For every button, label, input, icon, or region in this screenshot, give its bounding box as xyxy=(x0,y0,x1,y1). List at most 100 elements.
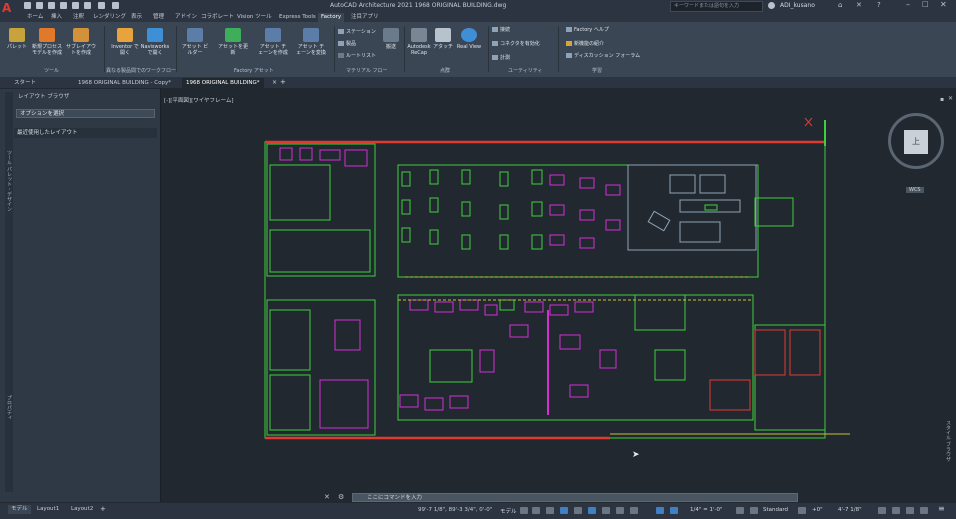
isodraft-icon[interactable] xyxy=(574,507,582,514)
customize-icon[interactable] xyxy=(920,507,928,514)
command-input[interactable]: ここにコマンドを入力 xyxy=(352,493,798,502)
inventor-button[interactable]: Inventor で開く xyxy=(110,28,140,56)
tab-home[interactable]: ホーム xyxy=(24,13,46,22)
selection-cycling-icon[interactable] xyxy=(630,507,638,514)
cart-icon[interactable]: ⌂ xyxy=(838,1,842,9)
equipment xyxy=(279,147,293,161)
new-icon[interactable] xyxy=(24,2,31,9)
transparency-icon[interactable] xyxy=(616,507,624,514)
tab-manage[interactable]: 管理 xyxy=(150,13,167,22)
print-icon-2[interactable] xyxy=(84,2,91,9)
option-select[interactable]: オプションを選択 xyxy=(16,109,155,118)
close-tab-icon[interactable]: × xyxy=(272,79,277,86)
tab-factory[interactable]: Factory xyxy=(318,13,345,22)
viewcube-top-face[interactable]: 上 xyxy=(904,130,928,154)
search-input[interactable]: キーワードまたは語句を入力 xyxy=(670,1,763,12)
new-features-item[interactable]: 新機能の紹介 xyxy=(566,40,604,47)
product-item[interactable]: 製品 xyxy=(338,40,356,47)
tab-start[interactable]: スタート xyxy=(10,78,40,88)
tab-featured[interactable]: 注目アプリ xyxy=(348,13,382,22)
maximize-icon[interactable]: □ xyxy=(922,0,929,8)
elevation-value[interactable]: +0" xyxy=(812,507,823,513)
grid-icon[interactable] xyxy=(520,507,528,514)
navisworks-button[interactable]: Navisworks で開く xyxy=(140,28,170,56)
tab-express[interactable]: Express Tools xyxy=(276,13,319,22)
save-icon[interactable] xyxy=(48,2,55,9)
tab-file-copy[interactable]: 1968 ORIGINAL BUILDING - Copy* xyxy=(74,78,175,88)
exchange-icon[interactable]: ✕ xyxy=(856,1,862,9)
new-tab-icon[interactable]: + xyxy=(280,78,286,86)
station-item[interactable]: ステーション xyxy=(338,28,376,35)
style-browser-label[interactable]: スタイル ブラウザ xyxy=(945,420,952,462)
annotation-visibility-icon[interactable] xyxy=(670,507,678,514)
measure-item[interactable]: 計測 xyxy=(492,54,510,61)
tab-annotate[interactable]: 注釈 xyxy=(70,13,87,22)
viewport-minimize-icon[interactable]: ▪ xyxy=(940,96,944,103)
model-space-toggle[interactable]: モデル xyxy=(500,507,517,515)
minimize-icon[interactable]: – xyxy=(906,0,910,9)
viewport-close-icon[interactable]: ✕ xyxy=(948,95,953,102)
tab-model[interactable]: モデル xyxy=(8,505,31,514)
equipment xyxy=(605,219,621,231)
new-layout-button[interactable]: サブレイアウトを作成 xyxy=(66,28,96,56)
properties-label[interactable]: プロパティ xyxy=(6,395,13,420)
workspace-gear-icon[interactable] xyxy=(736,507,744,514)
panel-material-label: マテリアル フロー xyxy=(346,68,388,74)
annotation-scale-icon[interactable] xyxy=(656,507,664,514)
tab-insert[interactable]: 挿入 xyxy=(48,13,65,22)
cmd-close-icon[interactable]: ✕ xyxy=(324,493,330,501)
user-name[interactable]: ADI_kusano xyxy=(780,2,815,9)
route-item[interactable]: ルートリスト xyxy=(338,52,376,59)
add-layout-icon[interactable]: + xyxy=(100,505,106,513)
user-icon[interactable] xyxy=(768,2,775,9)
annotation-scale[interactable]: 1/4" = 1'-0" xyxy=(690,507,723,513)
add-icon[interactable] xyxy=(750,507,758,514)
floor-plan-drawing[interactable] xyxy=(250,110,850,445)
hardware-acceleration-icon[interactable] xyxy=(892,507,900,514)
save-as-icon[interactable] xyxy=(60,2,67,9)
ortho-icon[interactable] xyxy=(546,507,554,514)
asset-update-button[interactable]: アセットを更新 xyxy=(218,28,248,56)
asset-chain-convert-button[interactable]: アセット チェーンを変換 xyxy=(296,28,326,56)
viewport-controls[interactable]: [-][平面図][ワイヤフレーム] xyxy=(164,96,234,104)
object-snap-icon[interactable] xyxy=(588,507,596,514)
cut-plane-icon[interactable] xyxy=(798,507,806,514)
clean-screen-icon[interactable] xyxy=(906,507,914,514)
units-value[interactable]: 4'-7 1/8" xyxy=(838,507,862,513)
help-icon[interactable]: ? xyxy=(877,1,881,9)
tab-layout1[interactable]: Layout1 xyxy=(34,505,62,514)
recent-layouts-section[interactable]: 最近使用したレイアウト xyxy=(14,128,157,138)
equipment-green xyxy=(531,169,543,185)
tab-addins[interactable]: アドイン xyxy=(172,13,200,22)
open-icon[interactable] xyxy=(36,2,43,9)
lineweight-icon[interactable] xyxy=(602,507,610,514)
connector-item[interactable]: コネクタを有効化 xyxy=(492,40,540,47)
isolate-icon[interactable] xyxy=(878,507,886,514)
statusbar-menu-icon[interactable]: ≡ xyxy=(938,504,945,513)
new-process-button[interactable]: 新規プロセスモデルを作成 xyxy=(32,28,62,56)
tool-palette-label[interactable]: ツール パレット - デザイン xyxy=(6,150,13,212)
tab-collaborate[interactable]: コラボレート xyxy=(198,13,237,22)
redo-icon[interactable] xyxy=(112,2,119,9)
cmd-settings-icon[interactable]: ⚙ xyxy=(338,493,344,501)
palette-button[interactable]: パレット xyxy=(2,28,32,50)
snap-icon[interactable] xyxy=(532,507,540,514)
wcs-menu[interactable]: WCS xyxy=(906,187,924,193)
forum-item[interactable]: ディスカッション フォーラム xyxy=(566,52,640,59)
transport-button[interactable]: 搬送 xyxy=(376,28,406,50)
tab-view[interactable]: 表示 xyxy=(128,13,145,22)
tab-layout2[interactable]: Layout2 xyxy=(68,505,96,514)
asset-chain-create-button[interactable]: アセット チェーンを作成 xyxy=(258,28,288,56)
close-icon[interactable]: ✕ xyxy=(940,0,947,9)
polar-icon[interactable] xyxy=(560,507,568,514)
asset-builder-button[interactable]: アセット ビルダー xyxy=(180,28,210,56)
link-item[interactable]: 接続 xyxy=(492,26,510,33)
tab-vision[interactable]: Vision ツール xyxy=(234,13,275,22)
print-icon[interactable] xyxy=(72,2,79,9)
help-item[interactable]: Factory ヘルプ xyxy=(566,26,609,33)
tab-render[interactable]: レンダリング xyxy=(90,13,129,22)
realview-button[interactable]: Real View xyxy=(454,28,484,50)
tab-file-current[interactable]: 1968 ORIGINAL BUILDING* xyxy=(182,78,264,88)
display-standard[interactable]: Standard xyxy=(763,507,788,513)
undo-icon[interactable] xyxy=(98,2,105,9)
